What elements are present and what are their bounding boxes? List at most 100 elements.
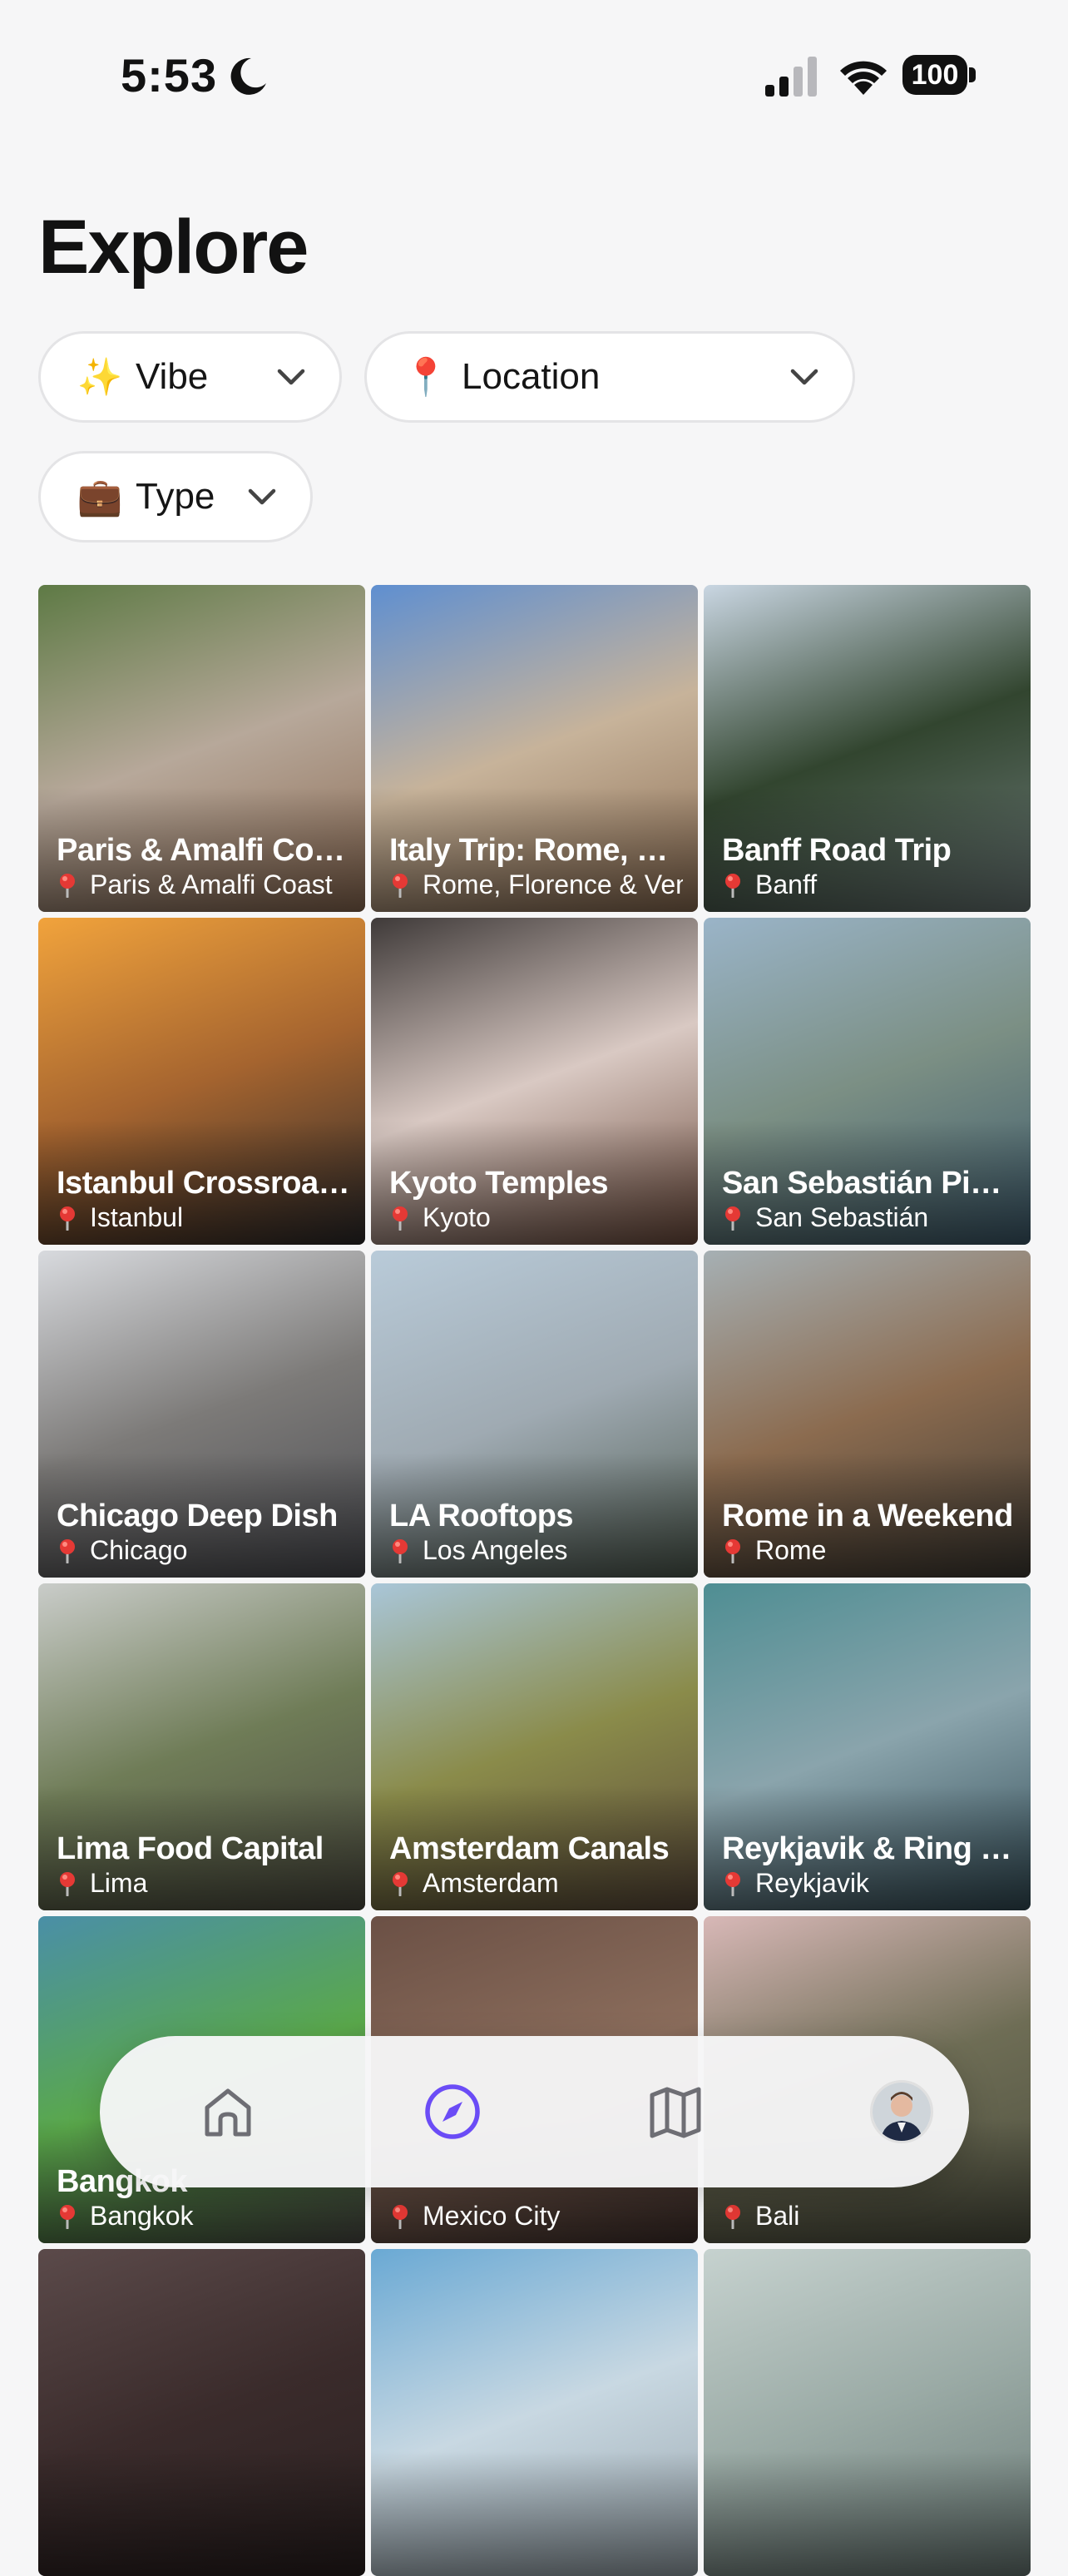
card-location: Bali [755, 2201, 800, 2231]
card-location-row: Istanbul [58, 1202, 350, 1233]
pin-icon [725, 2204, 740, 2229]
card-location-row: Bangkok [58, 2201, 350, 2232]
card-location-row: Lima [58, 1868, 350, 1899]
card-title: Chicago Deep Dish [57, 1499, 338, 1533]
card-title: Reykjavik & Ring Road [722, 1831, 1016, 1866]
status-time: 5:53 [121, 49, 218, 102]
card-location: Rome [755, 1535, 827, 1565]
card-title: Banff Road Trip [722, 833, 952, 868]
tab-bar [100, 2036, 969, 2187]
trip-card[interactable] [371, 2249, 698, 2576]
chevron-down-icon [277, 369, 305, 385]
page-title: Explore [38, 205, 309, 290]
card-shade [704, 2451, 1031, 2576]
card-title: Rome in a Weekend [722, 1499, 1013, 1533]
card-location-row: Reykjavik [724, 1868, 1016, 1899]
pin-icon [393, 1206, 408, 1231]
card-location-row: Amsterdam [391, 1868, 683, 1899]
battery-level: 100 [902, 55, 967, 95]
tab-explore[interactable] [386, 2036, 519, 2187]
pin-icon [725, 1538, 740, 1563]
pin-icon [393, 2204, 408, 2229]
trip-card[interactable]: San Sebastián PintxosSan Sebastián [704, 918, 1031, 1245]
tab-profile[interactable] [835, 2036, 968, 2187]
card-location: Banff [755, 869, 818, 899]
card-location: Chicago [90, 1535, 188, 1565]
tab-map[interactable] [609, 2036, 742, 2187]
card-location-row: Los Angeles [391, 1535, 683, 1566]
card-title: Istanbul Crossroads [57, 1166, 350, 1201]
status-bar: 5:53 100 [0, 0, 1068, 158]
card-title: San Sebastián Pintxos [722, 1166, 1016, 1201]
vibe-filter[interactable]: ✨ Vibe [38, 331, 342, 423]
card-location: Reykjavik [755, 1868, 869, 1898]
card-title: Kyoto Temples [389, 1166, 609, 1201]
trip-card[interactable]: Lima Food Capital Lima [38, 1583, 365, 1910]
card-location: Los Angeles [423, 1535, 568, 1565]
pin-icon [725, 1871, 740, 1896]
pin-icon [60, 873, 75, 898]
avatar-image [873, 2083, 931, 2141]
card-location-row: Paris & Amalfi Coast [58, 869, 350, 900]
battery-indicator: 100 [902, 55, 977, 97]
compass-icon [425, 2084, 480, 2139]
wifi-icon [840, 61, 887, 95]
trip-card[interactable]: Istanbul Crossroads Istanbul [38, 918, 365, 1245]
home-icon [205, 2088, 251, 2137]
pin-icon [60, 1871, 75, 1896]
map-icon [650, 2087, 701, 2138]
pin-icon [725, 873, 740, 898]
card-title: Lima Food Capital [57, 1831, 324, 1866]
tab-home[interactable] [161, 2036, 294, 2187]
card-location: San Sebastián [755, 1202, 929, 1232]
card-location: Paris & Amalfi Coast [90, 869, 333, 899]
chevron-down-icon [248, 488, 276, 505]
moon-icon [230, 57, 266, 95]
card-title: Amsterdam Canals [389, 1831, 670, 1866]
card-location-row: Rome [724, 1535, 1016, 1566]
trip-card[interactable]: Rome in a Weekend Rome [704, 1251, 1031, 1578]
type-filter-label: Type [136, 476, 215, 517]
sparkles-icon: ✨ [77, 357, 123, 398]
type-filter[interactable]: 💼 Type [38, 451, 313, 542]
card-location-row: Chicago [58, 1535, 350, 1566]
card-location-row: Bali [724, 2201, 1016, 2232]
trip-card[interactable]: Italy Trip: Rome, Florence & VeniceRome,… [371, 585, 698, 912]
pin-icon [60, 2204, 75, 2229]
card-shade [38, 2451, 365, 2576]
pin-icon [393, 1538, 408, 1563]
trip-card[interactable]: Reykjavik & Ring RoadReykjavik [704, 1583, 1031, 1910]
card-location-row: Kyoto [391, 1202, 683, 1233]
chevron-down-icon [790, 369, 818, 385]
card-location: Lima [90, 1868, 148, 1898]
trip-card[interactable]: LA Rooftops Los Angeles [371, 1251, 698, 1578]
location-filter[interactable]: 📍 Location [364, 331, 855, 423]
signal-icon [765, 57, 817, 97]
pin-icon [725, 1206, 740, 1231]
trip-card[interactable]: Kyoto Temples Kyoto [371, 918, 698, 1245]
card-location: Rome, Florence & Venice [423, 869, 683, 899]
pin-icon: 📍 [403, 357, 449, 398]
card-location-row: Rome, Florence & Venice [391, 869, 683, 900]
trip-card[interactable] [38, 2249, 365, 2576]
card-location: Mexico City [423, 2201, 561, 2231]
card-title: Paris & Amalfi Coast [57, 833, 350, 868]
location-filter-label: Location [462, 356, 601, 397]
trip-card[interactable]: Amsterdam Canals Amsterdam [371, 1583, 698, 1910]
pin-icon [60, 1206, 75, 1231]
card-title: Italy Trip: Rome, Florence & Venice [389, 833, 683, 868]
card-location: Bangkok [90, 2201, 194, 2231]
trip-card[interactable]: Chicago Deep Dish Chicago [38, 1251, 365, 1578]
pin-icon [393, 873, 408, 898]
trip-card[interactable]: Banff Road Trip Banff [704, 585, 1031, 912]
card-location-row: San Sebastián [724, 1202, 1016, 1233]
card-location-row: Banff [724, 869, 1016, 900]
card-location: Amsterdam [423, 1868, 559, 1898]
trip-card[interactable]: Paris & Amalfi Coast Paris & Amalfi Coast [38, 585, 365, 912]
pin-icon [60, 1538, 75, 1563]
card-shade [371, 2451, 698, 2576]
card-location: Kyoto [423, 1202, 491, 1232]
card-location-row: Mexico City [391, 2201, 683, 2232]
trip-card[interactable] [704, 2249, 1031, 2576]
avatar [870, 2080, 933, 2143]
